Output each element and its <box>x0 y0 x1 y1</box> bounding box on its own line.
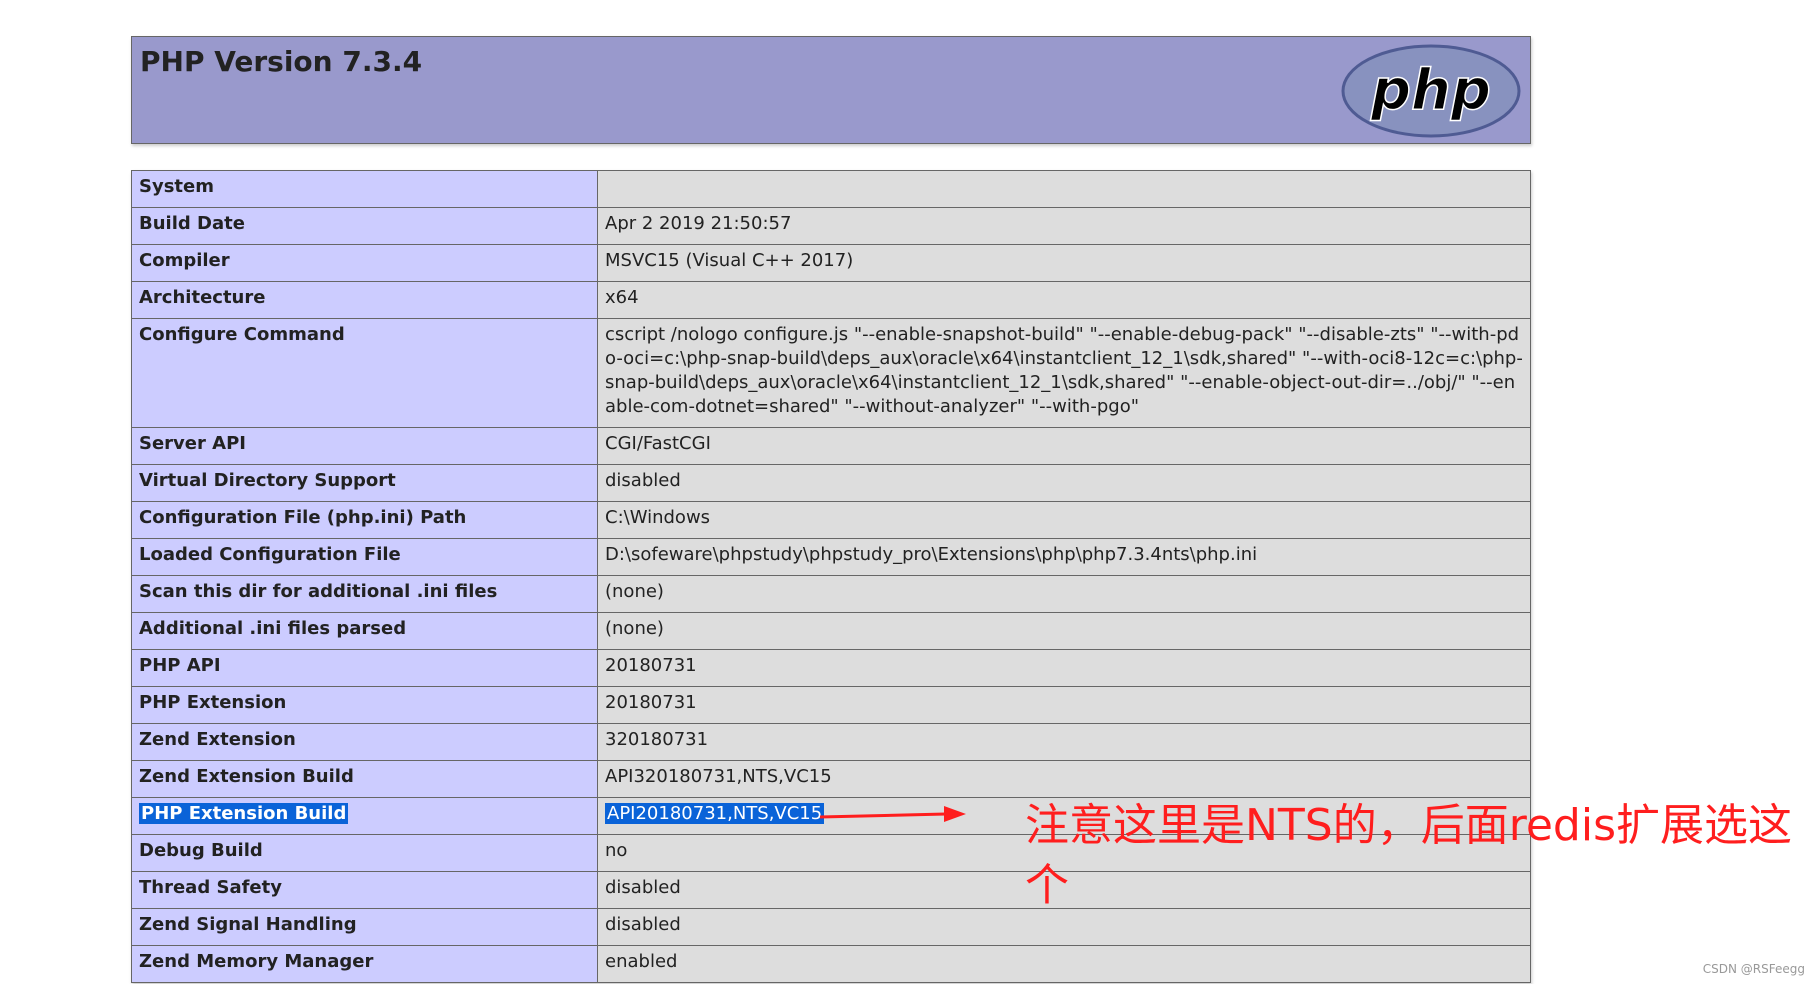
row-value-zend-memory-manager: enabled <box>597 945 1531 983</box>
table-row: Scan this dir for additional .ini files … <box>131 575 1531 613</box>
table-row: Zend Extension Build API320180731,NTS,VC… <box>131 760 1531 798</box>
csdn-watermark: CSDN @RSFeegg <box>1702 962 1805 976</box>
row-key-php-api: PHP API <box>131 649 598 687</box>
table-row: Loaded Configuration File D:\sofeware\ph… <box>131 538 1531 576</box>
row-key-php-extension-build[interactable]: PHP Extension Build <box>131 797 598 835</box>
table-row: Compiler MSVC15 (Visual C++ 2017) <box>131 244 1531 282</box>
table-row: Zend Memory Manager enabled <box>131 945 1531 983</box>
selected-text-key[interactable]: PHP Extension Build <box>139 803 349 824</box>
row-value-loaded-config-file: D:\sofeware\phpstudy\phpstudy_pro\Extens… <box>597 538 1531 576</box>
row-value-zend-extension-build: API320180731,NTS,VC15 <box>597 760 1531 798</box>
row-key-architecture: Architecture <box>131 281 598 319</box>
row-value-scan-dir: (none) <box>597 575 1531 613</box>
row-value-system <box>597 170 1531 208</box>
php-version-header: PHP Version 7.3.4 php <box>131 36 1531 144</box>
table-row: Server API CGI/FastCGI <box>131 427 1531 465</box>
row-value-configure-command: cscript /nologo configure.js "--enable-s… <box>597 318 1531 428</box>
annotation-arrow-icon <box>819 806 966 822</box>
row-value-build-date: Apr 2 2019 21:50:57 <box>597 207 1531 245</box>
row-value-zend-extension: 320180731 <box>597 723 1531 761</box>
row-key-additional-ini-files: Additional .ini files parsed <box>131 612 598 650</box>
row-value-compiler: MSVC15 (Visual C++ 2017) <box>597 244 1531 282</box>
table-row: Additional .ini files parsed (none) <box>131 612 1531 650</box>
phpinfo-page: PHP Version 7.3.4 php System Build Date … <box>0 0 1819 984</box>
page-title: PHP Version 7.3.4 <box>140 45 423 78</box>
php-logo-text: php <box>1370 58 1491 123</box>
table-row: Configure Command cscript /nologo config… <box>131 318 1531 428</box>
row-key-thread-safety: Thread Safety <box>131 871 598 909</box>
row-key-compiler: Compiler <box>131 244 598 282</box>
row-value-config-file-path: C:\Windows <box>597 501 1531 539</box>
table-row: Zend Extension 320180731 <box>131 723 1531 761</box>
row-key-zend-signal-handling: Zend Signal Handling <box>131 908 598 946</box>
row-value-server-api: CGI/FastCGI <box>597 427 1531 465</box>
php-logo-icon: php <box>1341 44 1521 138</box>
table-row: Configuration File (php.ini) Path C:\Win… <box>131 501 1531 539</box>
row-value-php-api: 20180731 <box>597 649 1531 687</box>
row-key-config-file-path: Configuration File (php.ini) Path <box>131 501 598 539</box>
table-row: PHP Extension 20180731 <box>131 686 1531 724</box>
row-key-zend-extension-build: Zend Extension Build <box>131 760 598 798</box>
row-value-php-extension: 20180731 <box>597 686 1531 724</box>
table-row: PHP API 20180731 <box>131 649 1531 687</box>
table-row: Architecture x64 <box>131 281 1531 319</box>
row-key-build-date: Build Date <box>131 207 598 245</box>
table-row: System <box>131 170 1531 208</box>
row-key-zend-extension: Zend Extension <box>131 723 598 761</box>
table-row: Build Date Apr 2 2019 21:50:57 <box>131 207 1531 245</box>
row-key-scan-dir: Scan this dir for additional .ini files <box>131 575 598 613</box>
row-key-server-api: Server API <box>131 427 598 465</box>
table-row: Virtual Directory Support disabled <box>131 464 1531 502</box>
row-key-system: System <box>131 170 598 208</box>
red-annotation-note: 注意这里是NTS的，后面redis扩展选这个 <box>1025 800 1792 911</box>
row-key-zend-memory-manager: Zend Memory Manager <box>131 945 598 983</box>
row-key-php-extension: PHP Extension <box>131 686 598 724</box>
row-value-architecture: x64 <box>597 281 1531 319</box>
row-value-virtual-directory-support: disabled <box>597 464 1531 502</box>
row-key-configure-command: Configure Command <box>131 318 598 428</box>
row-key-debug-build: Debug Build <box>131 834 598 872</box>
row-key-loaded-config-file: Loaded Configuration File <box>131 538 598 576</box>
row-value-additional-ini-files: (none) <box>597 612 1531 650</box>
row-key-virtual-directory-support: Virtual Directory Support <box>131 464 598 502</box>
selected-text-value[interactable]: API20180731,NTS,VC15 <box>605 803 825 824</box>
